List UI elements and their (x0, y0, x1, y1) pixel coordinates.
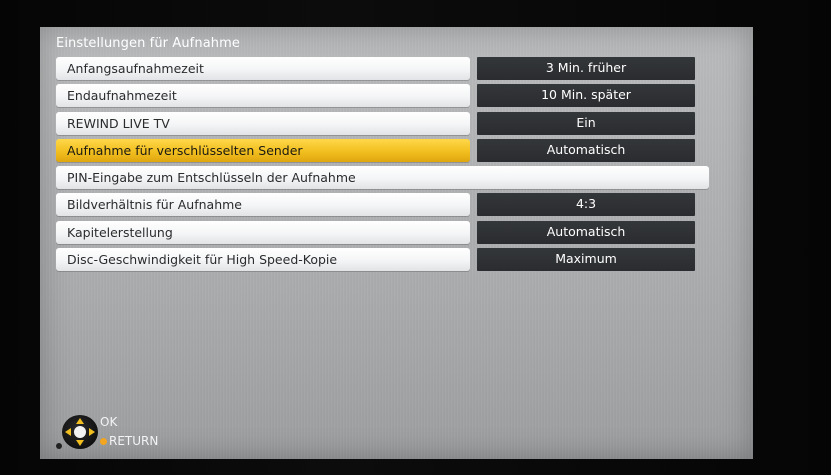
menu-item-value[interactable]: Automatisch (477, 220, 695, 244)
menu-row-pin-entry[interactable]: PIN-Eingabe zum Entschlüsseln der Aufnah… (56, 166, 716, 190)
menu-item-label[interactable]: Bildverhältnis für Aufnahme (56, 193, 470, 217)
menu-item-label[interactable]: Endaufnahmezeit (56, 84, 470, 108)
arrow-up-icon (76, 418, 84, 424)
menu-row-encrypted-channel[interactable]: Aufnahme für verschlüsselten Sender Auto… (56, 138, 716, 162)
menu-item-label[interactable]: PIN-Eingabe zum Entschlüsseln der Aufnah… (56, 166, 709, 190)
arrow-left-icon (65, 428, 71, 436)
menu-row-disc-speed[interactable]: Disc-Geschwindigkeit für High Speed-Kopi… (56, 248, 716, 272)
menu-item-label[interactable]: Kapitelerstellung (56, 220, 470, 244)
menu-row-rewind-live-tv[interactable]: REWIND LIVE TV Ein (56, 111, 716, 135)
ok-legend-label: OK (100, 415, 118, 429)
menu-item-value[interactable]: 4:3 (477, 193, 695, 217)
arrow-right-icon (89, 428, 95, 436)
settings-screen: Einstellungen für Aufnahme Anfangsaufnah… (40, 27, 753, 459)
dpad-icon (62, 415, 98, 449)
return-dot-icon (100, 438, 107, 445)
menu-row-start-time[interactable]: Anfangsaufnahmezeit 3 Min. früher (56, 57, 716, 80)
menu-row-chapter-creation[interactable]: Kapitelerstellung Automatisch (56, 220, 716, 244)
menu-item-value[interactable]: Maximum (477, 248, 695, 272)
dot-icon (56, 443, 62, 449)
menu-item-value[interactable]: Ein (477, 111, 695, 135)
menu-row-end-time[interactable]: Endaufnahmezeit 10 Min. später (56, 84, 716, 108)
screen-title: Einstellungen für Aufnahme (56, 36, 240, 51)
menu-row-aspect-ratio[interactable]: Bildverhältnis für Aufnahme 4:3 (56, 193, 716, 217)
menu-item-label[interactable]: REWIND LIVE TV (56, 111, 470, 135)
settings-menu: Anfangsaufnahmezeit 3 Min. früher Endauf… (56, 57, 716, 275)
menu-item-label[interactable]: Anfangsaufnahmezeit (56, 57, 470, 80)
menu-item-value[interactable]: 10 Min. später (477, 84, 695, 108)
return-legend-label: RETURN (109, 434, 159, 448)
menu-item-label[interactable]: Disc-Geschwindigkeit für High Speed-Kopi… (56, 248, 470, 272)
arrow-down-icon (76, 440, 84, 446)
ok-button-icon (74, 426, 86, 438)
menu-item-value[interactable]: 3 Min. früher (477, 57, 695, 80)
navigation-legend: OK RETURN (56, 409, 216, 457)
menu-item-label-selected[interactable]: Aufnahme für verschlüsselten Sender (56, 138, 470, 162)
menu-item-value[interactable]: Automatisch (477, 138, 695, 162)
tv-bezel: Einstellungen für Aufnahme Anfangsaufnah… (0, 0, 831, 475)
